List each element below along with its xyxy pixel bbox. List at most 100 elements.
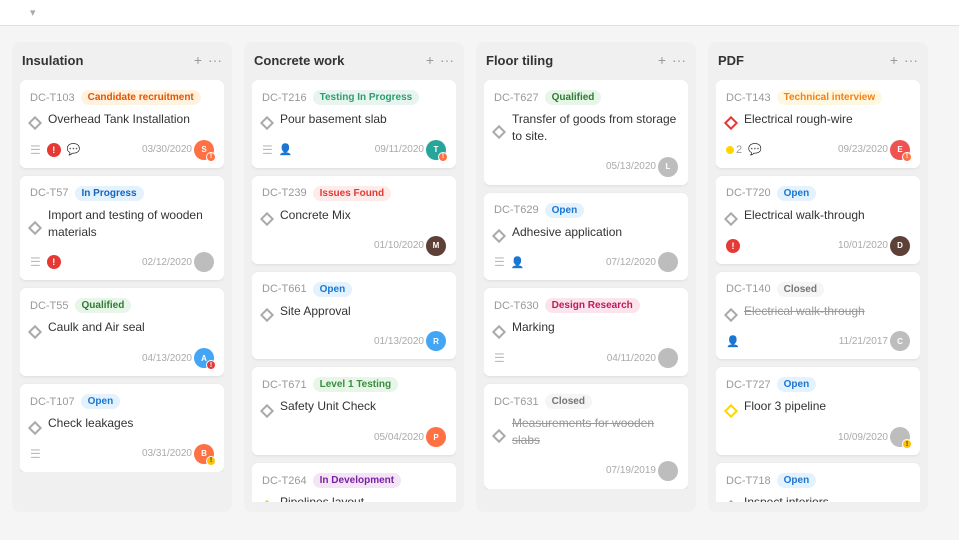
card-date: 07/12/2020 [606,257,656,268]
card-date: 03/30/2020 [142,144,192,155]
column-col-insulation: Insulation + ··· DC-T103Candidate recruitme… [12,42,232,512]
card-top-row: DC-T140Closed [726,282,910,297]
card-priority-icon [28,325,42,339]
card[interactable]: DC-T629OpenAdhesive application☰👤07/12/2… [484,193,688,281]
card-priority-icon [492,325,506,339]
card-title-row: Electrical walk-through [726,303,910,328]
card-status-badge: Open [545,203,585,218]
alert-icon: ! [726,239,740,253]
add-card-button[interactable]: + [890,52,898,68]
card[interactable]: DC-T264In DevelopmentPipelines layout☰09… [252,463,456,502]
chat-icon: 💬 [67,143,81,156]
card-right: 11/21/2017C [839,331,910,351]
card[interactable]: DC-T103Candidate recruitmentOverhead Tan… [20,80,224,168]
card-title: Electrical walk-through [744,303,865,320]
card-date: 10/01/2020 [838,240,888,251]
card[interactable]: DC-T630Design ResearchMarking☰04/11/2020 [484,288,688,376]
card-top-row: DC-T143Technical interview [726,90,910,105]
card-footer: 04/13/2020A! [30,348,214,368]
card-priority-icon [28,221,42,235]
card-id: DC-T627 [494,92,539,104]
card[interactable]: DC-T57In ProgressImport and testing of w… [20,176,224,281]
card-title-row: Site Approval [262,303,446,328]
card[interactable]: DC-T239Issues FoundConcrete Mix01/10/202… [252,176,456,264]
card-footer: ☰04/11/2020 [494,348,678,368]
avatar: ! [890,427,910,447]
card-top-row: DC-T103Candidate recruitment [30,90,214,105]
card-title: Safety Unit Check [280,398,376,415]
card-footer: 07/19/2019 [494,461,678,481]
avatar: T! [426,140,446,160]
card-title: Concrete Mix [280,207,351,224]
status-dot: ! [206,360,216,370]
card-right: 03/30/2020S! [142,140,214,160]
status-dot: ! [206,152,216,162]
card-right: 01/13/2020R [374,331,446,351]
card[interactable]: DC-T107OpenCheck leakages☰03/31/2020B! [20,384,224,472]
column-title: Floor tiling [486,53,553,68]
card-title-row: Safety Unit Check [262,398,446,423]
column-title: PDF [718,53,744,68]
card-top-row: DC-T720Open [726,186,910,201]
card-title: Caulk and Air seal [48,319,145,336]
card[interactable]: DC-T661OpenSite Approval01/13/2020R [252,272,456,360]
alert-icon: ! [47,143,61,157]
card-priority-icon [724,308,738,322]
add-card-button[interactable]: + [658,52,666,68]
kanban-board: Insulation + ··· DC-T103Candidate recruitme… [0,26,959,528]
card-id: DC-T727 [726,379,771,391]
card-date: 09/23/2020 [838,144,888,155]
card-title-row: Electrical walk-through [726,207,910,232]
add-card-button[interactable]: + [194,52,202,68]
card-title: Transfer of goods from storage to site. [512,111,678,145]
card[interactable]: DC-T627 Qualified Transfer of goods from s… [484,80,688,185]
status-dot: ! [206,456,216,466]
card-status-badge: Issues Found [313,186,391,201]
status-dot: ! [438,152,448,162]
more-options-button[interactable]: ··· [440,52,454,68]
column-header: PDF + ··· [716,52,920,72]
card-status-badge: Qualified [545,90,602,105]
more-options-button[interactable]: ··· [208,52,222,68]
card-status-badge: In Development [313,473,401,488]
card[interactable]: DC-T671Level 1 TestingSafety Unit Check0… [252,367,456,455]
avatar [658,461,678,481]
more-options-button[interactable]: ··· [904,52,918,68]
card[interactable]: DC-T140Closed Electrical walk-through 👤11/… [716,272,920,360]
column-header: Insulation + ··· [20,52,224,72]
card-title-row: Electrical rough-wire [726,111,910,136]
card-id: DC-T107 [30,396,75,408]
card[interactable]: DC-T143Technical interview Electrical rou… [716,80,920,168]
card-footer: 05/04/2020P [262,427,446,447]
more-options-button[interactable]: ··· [672,52,686,68]
card-title: Pipelines layout [280,494,364,502]
card-footer: 👤11/21/2017C [726,331,910,351]
card-priority-icon [260,404,274,418]
card[interactable]: DC-T216Testing In ProgressPour basement … [252,80,456,168]
card-id: DC-T103 [30,92,75,104]
card-title-row: Caulk and Air seal [30,319,214,344]
card-right: 07/12/2020 [606,252,678,272]
cards-list: DC-T143Technical interview Electrical rou… [716,80,920,502]
column-header: Floor tiling + ··· [484,52,688,72]
card[interactable]: DC-T55QualifiedCaulk and Air seal04/13/2… [20,288,224,376]
card[interactable]: DC-T718OpenInspect interiors!09/11/2020F [716,463,920,502]
dropdown-icon[interactable]: ▾ [30,6,36,19]
add-card-button[interactable]: + [426,52,434,68]
column-title: Insulation [22,53,83,68]
card-date: 09/11/2020 [375,144,424,155]
alert-icon: ! [47,255,61,269]
card[interactable]: DC-T720Open Electrical walk-through! 10/01… [716,176,920,264]
card[interactable]: DC-T631ClosedMeasurements for wooden sla… [484,384,688,489]
cards-list: DC-T216Testing In ProgressPour basement … [252,80,456,502]
card-footer: ☰👤09/11/2020T! [262,140,446,160]
card-footer: ☰!02/12/2020 [30,252,214,272]
card-date: 10/09/2020 [838,432,888,443]
list-icon: ☰ [262,143,273,157]
cards-list: DC-T627 Qualified Transfer of goods from s… [484,80,688,489]
card[interactable]: DC-T727OpenFloor 3 pipeline10/09/2020! [716,367,920,455]
card-priority-icon [28,116,42,130]
card-right: 04/11/2020 [607,348,678,368]
card-id: DC-T264 [262,475,307,487]
column-actions: + ··· [426,52,454,68]
